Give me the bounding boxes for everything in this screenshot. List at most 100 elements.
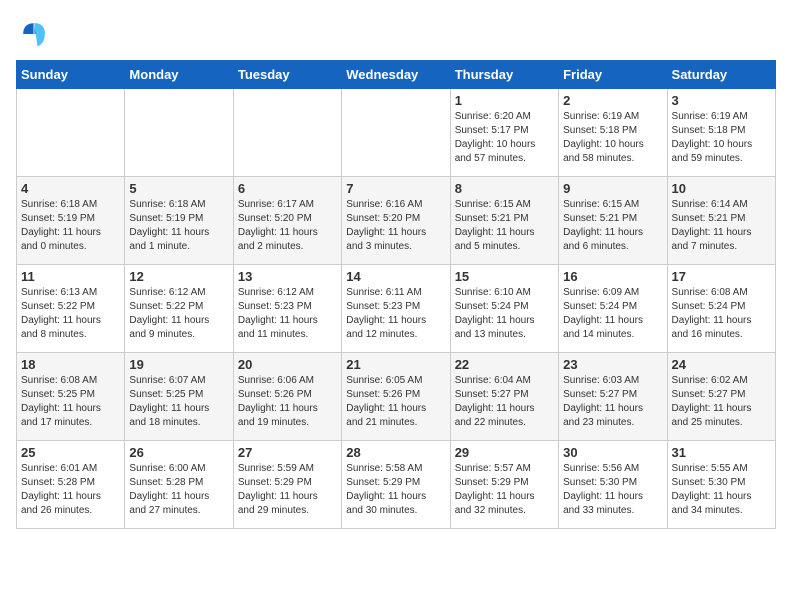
day-cell-29: 29 Sunrise: 5:57 AM Sunset: 5:29 PM Dayli… bbox=[450, 441, 558, 529]
page-header bbox=[16, 16, 776, 52]
day-cell-3: 3 Sunrise: 6:19 AM Sunset: 5:18 PM Daylig… bbox=[667, 89, 775, 177]
day-info: Sunrise: 5:55 AM Sunset: 5:30 PM Dayligh… bbox=[672, 462, 771, 518]
day-number: 25 bbox=[21, 445, 120, 460]
week-row-1: 1 Sunrise: 6:20 AM Sunset: 5:17 PM Daylig… bbox=[17, 89, 776, 177]
day-number: 15 bbox=[455, 269, 554, 284]
logo bbox=[16, 16, 58, 52]
day-cell-28: 28Sunrise: 5:58 AM Sunset: 5:29 PM Dayli… bbox=[342, 441, 450, 529]
empty-cell bbox=[342, 89, 450, 177]
day-number: 2 bbox=[563, 93, 662, 108]
day-number: 1 bbox=[455, 93, 554, 108]
day-info: Sunrise: 6:20 AM Sunset: 5:17 PM Dayligh… bbox=[455, 110, 554, 166]
day-cell-19: 19 Sunrise: 6:07 AM Sunset: 5:25 PM Dayli… bbox=[125, 353, 233, 441]
day-info: Sunrise: 6:18 AM Sunset: 5:19 PM Dayligh… bbox=[21, 198, 120, 254]
day-cell-6: 6Sunrise: 6:17 AM Sunset: 5:20 PM Daylig… bbox=[233, 177, 341, 265]
weekday-header-sunday: Sunday bbox=[17, 61, 125, 89]
day-info: Sunrise: 6:09 AM Sunset: 5:24 PM Dayligh… bbox=[563, 286, 662, 342]
day-info: Sunrise: 6:15 AM Sunset: 5:21 PM Dayligh… bbox=[563, 198, 662, 254]
day-cell-21: 21 Sunrise: 6:05 AM Sunset: 5:26 PM Dayli… bbox=[342, 353, 450, 441]
day-info: Sunrise: 6:01 AM Sunset: 5:28 PM Dayligh… bbox=[21, 462, 120, 518]
empty-cell bbox=[233, 89, 341, 177]
day-cell-30: 30 Sunrise: 5:56 AM Sunset: 5:30 PM Dayli… bbox=[559, 441, 667, 529]
day-cell-13: 13Sunrise: 6:12 AM Sunset: 5:23 PM Dayli… bbox=[233, 265, 341, 353]
day-cell-23: 23 Sunrise: 6:03 AM Sunset: 5:27 PM Dayli… bbox=[559, 353, 667, 441]
day-cell-7: 7Sunrise: 6:16 AM Sunset: 5:20 PM Daylig… bbox=[342, 177, 450, 265]
day-cell-11: 11 Sunrise: 6:13 AM Sunset: 5:22 PM Dayli… bbox=[17, 265, 125, 353]
day-cell-4: 4 Sunrise: 6:18 AM Sunset: 5:19 PM Daylig… bbox=[17, 177, 125, 265]
day-info: Sunrise: 6:05 AM Sunset: 5:26 PM Dayligh… bbox=[346, 374, 445, 430]
empty-cell bbox=[17, 89, 125, 177]
day-cell-1: 1 Sunrise: 6:20 AM Sunset: 5:17 PM Daylig… bbox=[450, 89, 558, 177]
day-info: Sunrise: 6:00 AM Sunset: 5:28 PM Dayligh… bbox=[129, 462, 228, 518]
day-number: 26 bbox=[129, 445, 228, 460]
logo-icon bbox=[16, 16, 52, 52]
day-cell-18: 18 Sunrise: 6:08 AM Sunset: 5:25 PM Dayli… bbox=[17, 353, 125, 441]
day-cell-24: 24 Sunrise: 6:02 AM Sunset: 5:27 PM Dayli… bbox=[667, 353, 775, 441]
day-info: Sunrise: 5:58 AM Sunset: 5:29 PM Dayligh… bbox=[346, 462, 445, 518]
day-info: Sunrise: 6:15 AM Sunset: 5:21 PM Dayligh… bbox=[455, 198, 554, 254]
weekday-header-tuesday: Tuesday bbox=[233, 61, 341, 89]
day-info: Sunrise: 6:12 AM Sunset: 5:22 PM Dayligh… bbox=[129, 286, 228, 342]
day-cell-16: 16 Sunrise: 6:09 AM Sunset: 5:24 PM Dayli… bbox=[559, 265, 667, 353]
day-number: 11 bbox=[21, 269, 120, 284]
empty-cell bbox=[125, 89, 233, 177]
day-cell-20: 20 Sunrise: 6:06 AM Sunset: 5:26 PM Dayli… bbox=[233, 353, 341, 441]
day-cell-31: 31 Sunrise: 5:55 AM Sunset: 5:30 PM Dayli… bbox=[667, 441, 775, 529]
day-number: 29 bbox=[455, 445, 554, 460]
day-info: Sunrise: 6:19 AM Sunset: 5:18 PM Dayligh… bbox=[563, 110, 662, 166]
day-info: Sunrise: 6:10 AM Sunset: 5:24 PM Dayligh… bbox=[455, 286, 554, 342]
day-number: 22 bbox=[455, 357, 554, 372]
day-number: 17 bbox=[672, 269, 771, 284]
day-cell-8: 8 Sunrise: 6:15 AM Sunset: 5:21 PM Daylig… bbox=[450, 177, 558, 265]
day-number: 9 bbox=[563, 181, 662, 196]
day-number: 10 bbox=[672, 181, 771, 196]
day-info: Sunrise: 6:07 AM Sunset: 5:25 PM Dayligh… bbox=[129, 374, 228, 430]
day-number: 24 bbox=[672, 357, 771, 372]
day-info: Sunrise: 6:11 AM Sunset: 5:23 PM Dayligh… bbox=[346, 286, 445, 342]
day-number: 20 bbox=[238, 357, 337, 372]
day-number: 16 bbox=[563, 269, 662, 284]
day-cell-2: 2 Sunrise: 6:19 AM Sunset: 5:18 PM Daylig… bbox=[559, 89, 667, 177]
weekday-header-thursday: Thursday bbox=[450, 61, 558, 89]
week-row-2: 4 Sunrise: 6:18 AM Sunset: 5:19 PM Daylig… bbox=[17, 177, 776, 265]
day-info: Sunrise: 5:59 AM Sunset: 5:29 PM Dayligh… bbox=[238, 462, 337, 518]
day-info: Sunrise: 6:14 AM Sunset: 5:21 PM Dayligh… bbox=[672, 198, 771, 254]
day-info: Sunrise: 6:13 AM Sunset: 5:22 PM Dayligh… bbox=[21, 286, 120, 342]
day-info: Sunrise: 6:03 AM Sunset: 5:27 PM Dayligh… bbox=[563, 374, 662, 430]
day-number: 31 bbox=[672, 445, 771, 460]
day-cell-12: 12 Sunrise: 6:12 AM Sunset: 5:22 PM Dayli… bbox=[125, 265, 233, 353]
day-number: 19 bbox=[129, 357, 228, 372]
day-cell-9: 9 Sunrise: 6:15 AM Sunset: 5:21 PM Daylig… bbox=[559, 177, 667, 265]
day-info: Sunrise: 6:02 AM Sunset: 5:27 PM Dayligh… bbox=[672, 374, 771, 430]
day-cell-25: 25 Sunrise: 6:01 AM Sunset: 5:28 PM Dayli… bbox=[17, 441, 125, 529]
day-cell-10: 10 Sunrise: 6:14 AM Sunset: 5:21 PM Dayli… bbox=[667, 177, 775, 265]
day-info: Sunrise: 6:04 AM Sunset: 5:27 PM Dayligh… bbox=[455, 374, 554, 430]
day-cell-27: 27 Sunrise: 5:59 AM Sunset: 5:29 PM Dayli… bbox=[233, 441, 341, 529]
weekday-header-wednesday: Wednesday bbox=[342, 61, 450, 89]
day-info: Sunrise: 6:08 AM Sunset: 5:25 PM Dayligh… bbox=[21, 374, 120, 430]
day-number: 23 bbox=[563, 357, 662, 372]
day-info: Sunrise: 6:06 AM Sunset: 5:26 PM Dayligh… bbox=[238, 374, 337, 430]
week-row-4: 18 Sunrise: 6:08 AM Sunset: 5:25 PM Dayli… bbox=[17, 353, 776, 441]
day-cell-5: 5 Sunrise: 6:18 AM Sunset: 5:19 PM Daylig… bbox=[125, 177, 233, 265]
day-info: Sunrise: 5:56 AM Sunset: 5:30 PM Dayligh… bbox=[563, 462, 662, 518]
weekday-header-monday: Monday bbox=[125, 61, 233, 89]
weekday-header-friday: Friday bbox=[559, 61, 667, 89]
day-number: 3 bbox=[672, 93, 771, 108]
day-number: 18 bbox=[21, 357, 120, 372]
day-number: 5 bbox=[129, 181, 228, 196]
day-number: 6 bbox=[238, 181, 337, 196]
day-number: 30 bbox=[563, 445, 662, 460]
day-number: 21 bbox=[346, 357, 445, 372]
day-info: Sunrise: 6:18 AM Sunset: 5:19 PM Dayligh… bbox=[129, 198, 228, 254]
day-number: 13 bbox=[238, 269, 337, 284]
day-number: 14 bbox=[346, 269, 445, 284]
day-number: 4 bbox=[21, 181, 120, 196]
day-number: 8 bbox=[455, 181, 554, 196]
day-info: Sunrise: 5:57 AM Sunset: 5:29 PM Dayligh… bbox=[455, 462, 554, 518]
day-number: 27 bbox=[238, 445, 337, 460]
day-cell-26: 26 Sunrise: 6:00 AM Sunset: 5:28 PM Dayli… bbox=[125, 441, 233, 529]
day-number: 12 bbox=[129, 269, 228, 284]
day-cell-22: 22 Sunrise: 6:04 AM Sunset: 5:27 PM Dayli… bbox=[450, 353, 558, 441]
day-info: Sunrise: 6:19 AM Sunset: 5:18 PM Dayligh… bbox=[672, 110, 771, 166]
